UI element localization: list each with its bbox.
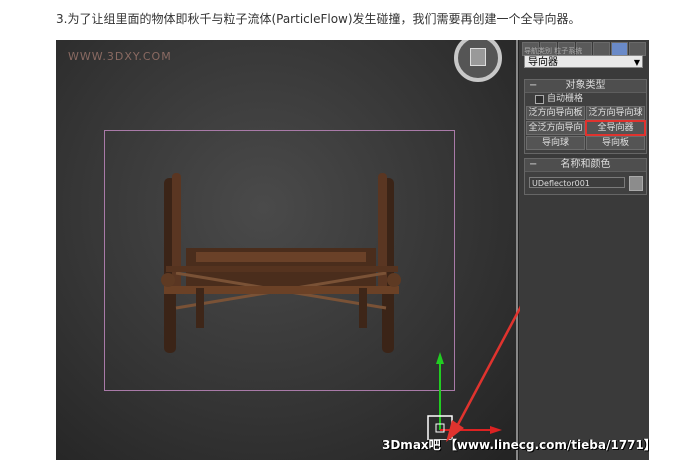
collapse-icon: − (529, 80, 538, 91)
command-panel: 导航类别 粒子系统 导向器 ▼ − 对象类型 自动栅格 泛方向导向板 泛方向导向… (520, 40, 649, 460)
max-screenshot: WWW.3DXY.COM 导航类别 粒子系统 导向器 ▼ − 对象类型 自动栅格… (56, 40, 649, 460)
uomniflect-button[interactable]: 全泛方向导向 (526, 121, 585, 135)
watermark-text: WWW.3DXY.COM (68, 50, 172, 63)
helpers-tab-icon[interactable] (593, 42, 611, 56)
udeflector-button[interactable]: 全导向器 (585, 120, 646, 136)
category-dropdown[interactable]: 导向器 ▼ (524, 55, 643, 68)
object-color-swatch[interactable] (629, 176, 643, 191)
name-color-rollout: − 名称和颜色 UDeflector001 (524, 158, 647, 195)
space-warps-tab-icon[interactable] (611, 42, 629, 56)
name-color-title: 名称和颜色 (560, 159, 611, 170)
name-color-header[interactable]: − 名称和颜色 (525, 159, 646, 172)
pomniflect-button[interactable]: 泛方向导向板 (526, 106, 585, 120)
object-type-buttons: 泛方向导向板 泛方向导向球 全泛方向导向 全导向器 导向球 导向板 (525, 105, 646, 153)
object-name-field[interactable]: UDeflector001 (529, 177, 625, 188)
source-credit: 3Dmax吧 【www.linecg.com/tieba/1771】 (382, 438, 649, 452)
auto-grid-row: 自动栅格 (525, 93, 646, 105)
object-type-header[interactable]: − 对象类型 (525, 80, 646, 93)
chevron-down-icon: ▼ (633, 58, 640, 67)
deflector-button[interactable]: 导向板 (586, 136, 645, 150)
auto-grid-checkbox[interactable] (535, 95, 544, 104)
systems-tab-icon[interactable] (629, 42, 647, 56)
sdynaflect-button[interactable]: 泛方向导向球 (586, 106, 645, 120)
object-type-title: 对象类型 (565, 80, 606, 91)
auto-grid-label: 自动栅格 (547, 94, 584, 104)
sdeflector-button[interactable]: 导向球 (526, 136, 585, 150)
step-caption: 3.为了让组里面的物体即秋千与粒子流体(ParticleFlow)发生碰撞，我们… (56, 12, 581, 26)
viewcube-icon[interactable] (454, 40, 502, 82)
swing-model (161, 173, 401, 353)
category-dropdown-value: 导向器 (528, 57, 558, 68)
collapse-icon: − (529, 159, 538, 170)
panel-empty-area (520, 218, 649, 460)
name-row: UDeflector001 (525, 172, 646, 194)
object-type-rollout: − 对象类型 自动栅格 泛方向导向板 泛方向导向球 全泛方向导向 全导向器 导向… (524, 79, 647, 154)
